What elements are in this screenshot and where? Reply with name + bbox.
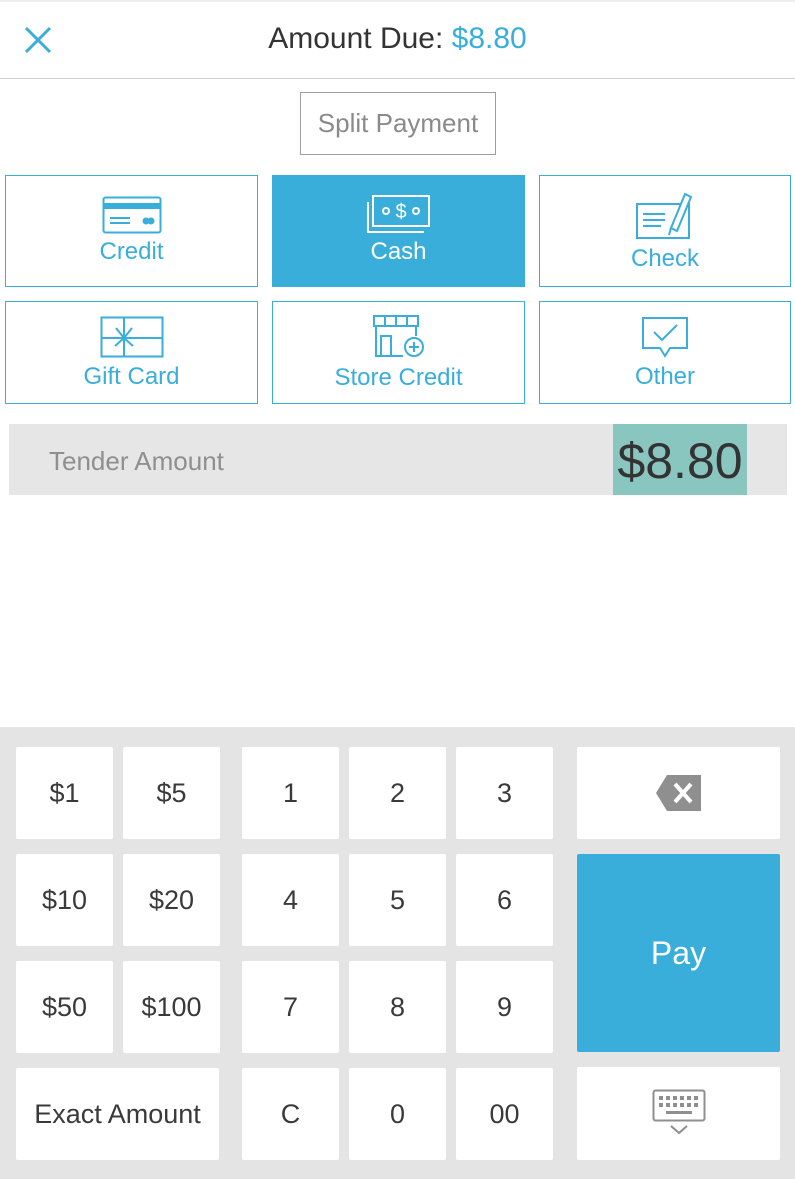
digit-7-key[interactable]: 7: [242, 961, 339, 1053]
payment-type-label: Cash: [370, 238, 427, 265]
payment-type-label: Gift Card: [83, 363, 180, 390]
pay-button[interactable]: Pay: [577, 854, 780, 1052]
payment-type-store-credit[interactable]: Store Credit: [272, 301, 525, 404]
other-icon: [642, 317, 688, 358]
clear-key[interactable]: C: [242, 1068, 339, 1160]
payment-type-credit[interactable]: Credit: [5, 175, 258, 287]
digit-0-key[interactable]: 0: [349, 1068, 446, 1160]
payment-type-cash[interactable]: $ Cash: [272, 175, 525, 287]
quick-amount-1[interactable]: $1: [16, 747, 113, 839]
tender-amount-row[interactable]: Tender Amount $8.80: [9, 424, 787, 495]
backspace-icon: [656, 775, 701, 811]
tender-amount-label: Tender Amount: [49, 446, 224, 476]
amount-due-label: Amount Due:: [268, 22, 444, 55]
digit-4-key[interactable]: 4: [242, 854, 339, 946]
tender-amount-value[interactable]: $8.80: [613, 424, 747, 495]
quick-amount-100[interactable]: $100: [123, 961, 220, 1053]
digit-6-key[interactable]: 6: [456, 854, 553, 946]
backspace-button[interactable]: [577, 747, 780, 839]
check-icon: [636, 192, 693, 239]
double-zero-key[interactable]: 00: [456, 1068, 553, 1160]
keyboard-icon: [652, 1089, 706, 1135]
gift-card-icon: [100, 316, 163, 358]
digit-3-key[interactable]: 3: [456, 747, 553, 839]
amount-due-value: $8.80: [451, 22, 527, 55]
keypad: $1 $5 1 2 3 $10 $20 4 5 6 Pay $50 $100 7…: [0, 727, 795, 1179]
payment-type-label: Credit: [99, 238, 164, 265]
digit-1-key[interactable]: 1: [242, 747, 339, 839]
payment-type-label: Store Credit: [334, 364, 463, 391]
payment-type-label: Check: [630, 245, 700, 272]
cash-icon: $: [366, 195, 430, 233]
digit-8-key[interactable]: 8: [349, 961, 446, 1053]
quick-amount-5[interactable]: $5: [123, 747, 220, 839]
split-payment-button[interactable]: Split Payment: [300, 92, 496, 155]
digit-9-key[interactable]: 9: [456, 961, 553, 1053]
payment-type-gift-card[interactable]: Gift Card: [5, 301, 258, 404]
header: Amount Due: $8.80: [0, 0, 795, 79]
digit-5-key[interactable]: 5: [349, 854, 446, 946]
svg-text:$: $: [395, 201, 406, 223]
quick-amount-20[interactable]: $20: [123, 854, 220, 946]
payment-type-label: Other: [634, 363, 696, 390]
credit-card-icon: [102, 196, 161, 234]
page-title: Amount Due: $8.80: [0, 22, 795, 56]
store-credit-icon: [372, 315, 424, 357]
keyboard-button[interactable]: [577, 1067, 780, 1160]
payment-type-check[interactable]: Check: [539, 175, 791, 287]
digit-2-key[interactable]: 2: [349, 747, 446, 839]
quick-amount-50[interactable]: $50: [16, 961, 113, 1053]
payment-type-other[interactable]: Other: [539, 301, 791, 404]
exact-amount-button[interactable]: Exact Amount: [16, 1068, 219, 1160]
quick-amount-10[interactable]: $10: [16, 854, 113, 946]
